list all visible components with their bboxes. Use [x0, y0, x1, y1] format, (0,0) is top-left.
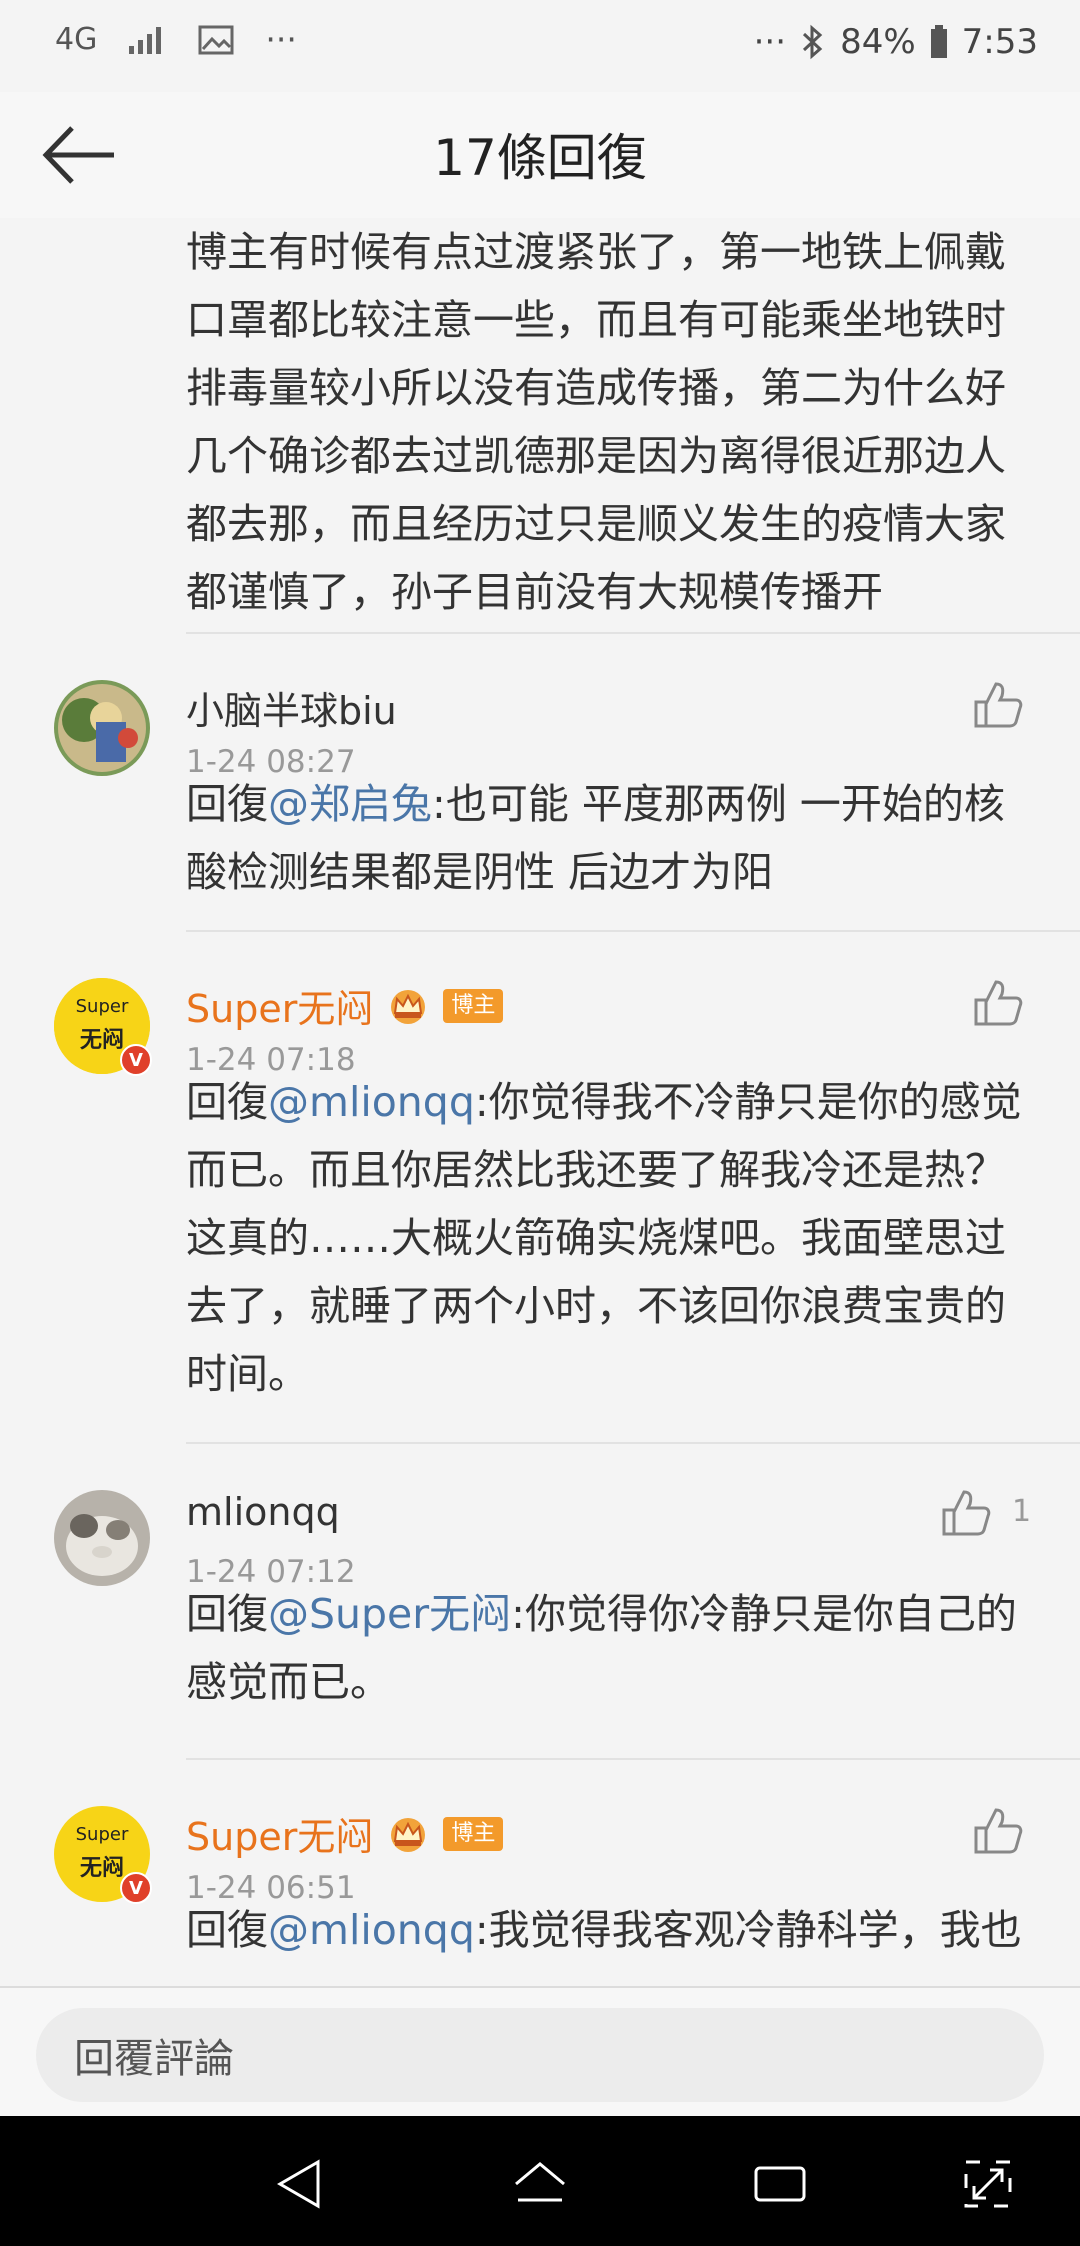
network-indicator: 4G	[55, 22, 98, 57]
like-icon[interactable]	[972, 680, 1024, 730]
verified-icon: V	[120, 1872, 152, 1904]
reply-input[interactable]: 回覆評論	[36, 2008, 1044, 2102]
comment-body: 回復@郑启兔:也可能 平度那两例 一开始的核酸检测结果都是阴性 后边才为阳	[186, 780, 1005, 896]
avatar[interactable]: Super 无闷 V	[54, 978, 152, 1076]
user-name[interactable]: mlionqq	[186, 1490, 340, 1534]
mention-link[interactable]: @mlionqq	[268, 1078, 475, 1126]
navigation-bar: 17條回復	[0, 92, 1080, 220]
mention-link[interactable]: @Super无闷	[268, 1590, 511, 1638]
verified-icon: V	[120, 1044, 152, 1076]
crown-icon	[391, 989, 426, 1024]
user-name[interactable]: Super无闷 博主	[186, 1806, 504, 1861]
battery-percent: 84%	[840, 22, 916, 62]
divider	[186, 930, 1080, 932]
comment-text: 博主有时候有点过渡紧张了，第一地铁上佩戴口罩都比较注意一些，而且有可能乘坐地铁时…	[186, 228, 1006, 616]
comment-body: 回復@Super无闷:你觉得你冷静只是你自己的感觉而已。	[186, 1590, 1017, 1706]
recent-apps-icon[interactable]	[750, 2154, 810, 2214]
mention-link[interactable]: @mlionqq	[268, 1906, 475, 1954]
comment-list[interactable]: 博主有时候有点过渡紧张了，第一地铁上佩戴口罩都比较注意一些，而且有可能乘坐地铁时…	[0, 218, 1080, 1986]
like-icon[interactable]	[940, 1488, 992, 1538]
expand-icon[interactable]	[958, 2154, 1018, 2214]
more-notifications: ···	[265, 20, 297, 59]
divider	[186, 1758, 1080, 1760]
signal-icon	[129, 26, 162, 54]
avatar[interactable]: Super 无闷 V	[54, 1806, 152, 1904]
page-title: 17條回復	[433, 129, 647, 187]
host-badge: 博主	[443, 988, 504, 1023]
battery-icon	[930, 25, 947, 58]
image-icon	[198, 25, 234, 54]
bluetooth-icon	[803, 24, 823, 60]
home-icon[interactable]	[510, 2154, 570, 2214]
like-count: 1	[1012, 1494, 1032, 1529]
like-icon[interactable]	[972, 1806, 1024, 1856]
comment-body: 回復@mlionqq:你觉得我不冷静只是你的感觉而已。而且你居然比我还要了解我冷…	[186, 1078, 1022, 1398]
divider	[186, 1442, 1080, 1444]
mention-link[interactable]: @郑启兔	[268, 780, 432, 828]
back-triangle-icon[interactable]	[270, 2154, 330, 2214]
host-badge: 博主	[443, 1816, 504, 1851]
comment-body: 回復@mlionqq:我觉得我客观冷静科学，我也	[186, 1906, 1022, 1954]
crown-icon	[391, 1817, 426, 1852]
user-name[interactable]: Super无闷 博主	[186, 978, 504, 1033]
clock: 7:53	[961, 22, 1038, 62]
avatar[interactable]	[54, 1490, 150, 1586]
more-status: ···	[753, 22, 787, 62]
system-navigation-bar	[0, 2116, 1080, 2246]
reply-bar: 回覆評論	[0, 1986, 1080, 2118]
like-icon[interactable]	[972, 978, 1024, 1028]
user-name[interactable]: 小脑半球biu	[186, 680, 397, 735]
avatar[interactable]	[54, 680, 150, 776]
status-bar: 4G ··· ··· 84% 7:53	[0, 0, 1080, 92]
divider	[186, 632, 1080, 634]
